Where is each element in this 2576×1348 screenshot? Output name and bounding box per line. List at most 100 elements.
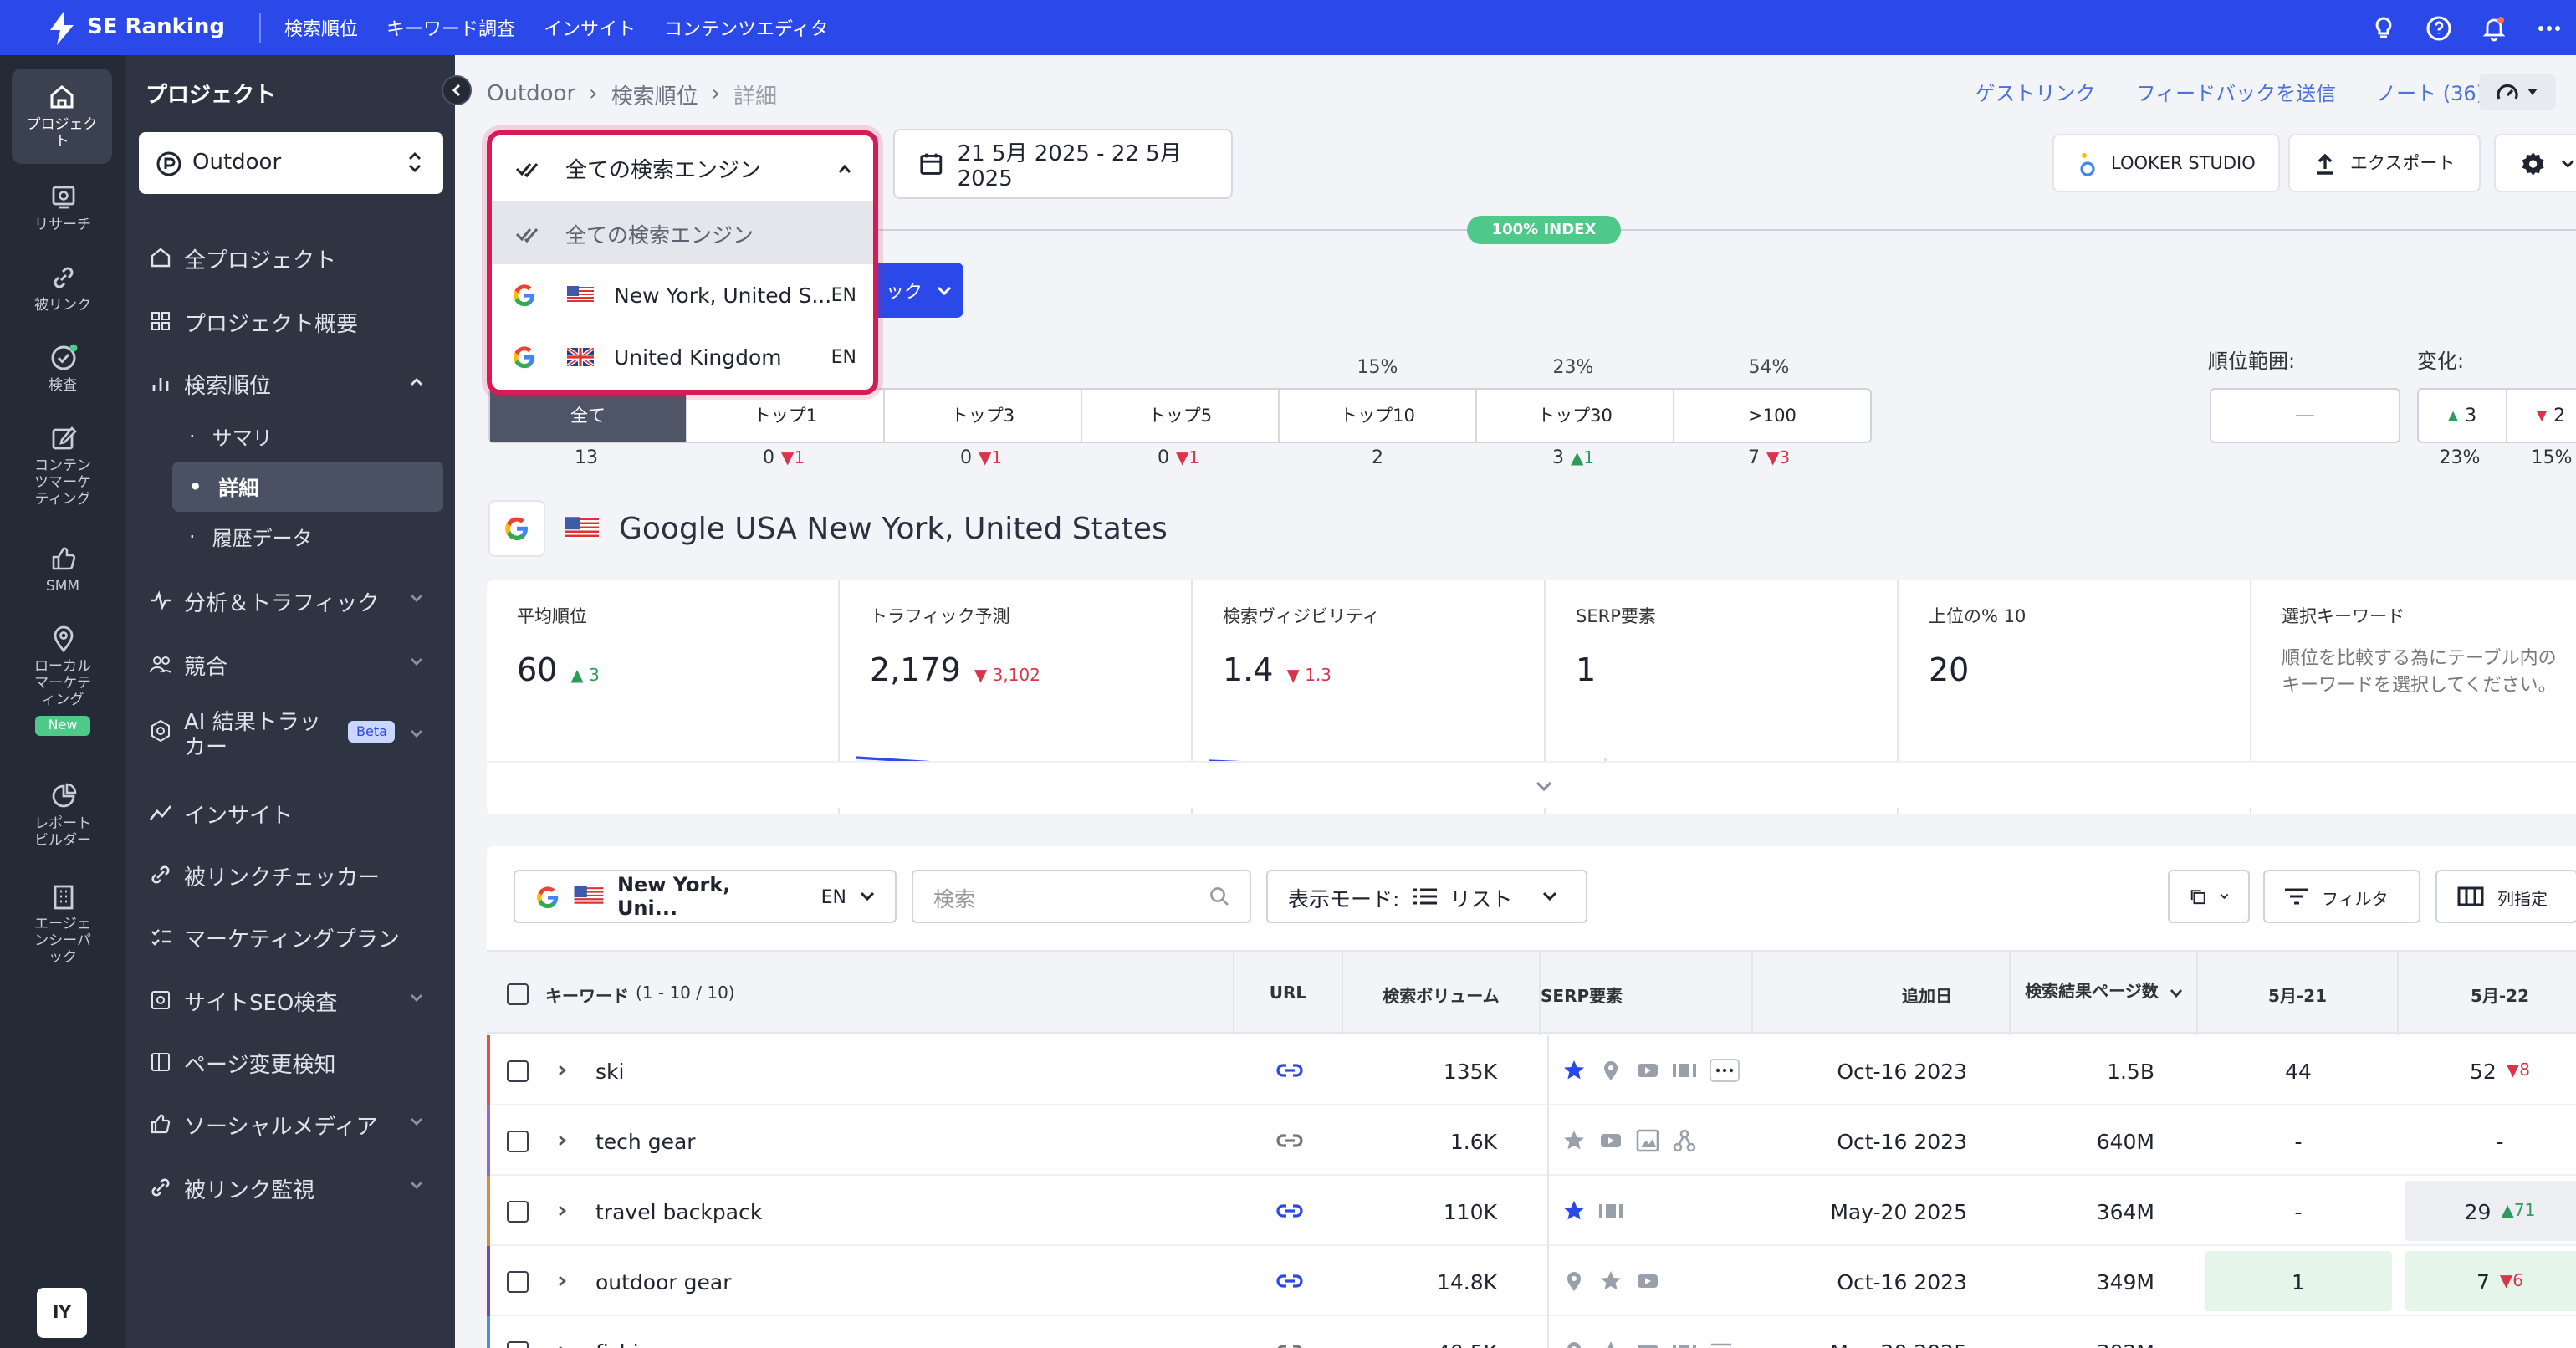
date2-position-cell[interactable]: - bbox=[2405, 1111, 2576, 1171]
url-cell[interactable] bbox=[1234, 1246, 1343, 1316]
filter-tab-top1[interactable]: トップ1 bbox=[687, 390, 885, 442]
table-row[interactable]: travel backpack 110K May-20 2025 364M - 29 ▲71 bbox=[487, 1176, 2576, 1246]
sidebar-item-insights[interactable]: インサイト bbox=[149, 796, 442, 830]
primary-action-button[interactable]: ック bbox=[873, 263, 963, 318]
row-checkbox[interactable] bbox=[507, 1130, 529, 1151]
sidebar-item-competitors[interactable]: 競合 bbox=[149, 647, 442, 681]
expand-chevron-icon[interactable] bbox=[555, 1274, 569, 1288]
date2-position-cell[interactable]: 29 ▲71 bbox=[2405, 1181, 2576, 1241]
brand[interactable]: SE Ranking bbox=[0, 11, 259, 44]
help-icon[interactable] bbox=[2425, 14, 2452, 41]
expand-chevron-icon[interactable] bbox=[555, 1204, 569, 1218]
keyword-text[interactable]: fishing gear bbox=[595, 1339, 719, 1348]
top-nav-insights[interactable]: インサイト bbox=[544, 14, 636, 41]
position-range-input[interactable]: — bbox=[2210, 388, 2400, 443]
rail-item-agency-pack[interactable]: エージェンシーパック bbox=[0, 881, 125, 967]
breadcrumb-item[interactable]: 検索順位 bbox=[611, 79, 698, 110]
top-nav-keyword-research[interactable]: キーワード調査 bbox=[386, 14, 515, 41]
sidebar-item-page-changes[interactable]: ページ変更検知 bbox=[149, 1045, 442, 1079]
date1-position-cell[interactable]: - bbox=[2205, 1111, 2392, 1171]
sidebar-subitem-summary[interactable]: · サマリ bbox=[172, 411, 443, 462]
keyword-text[interactable]: travel backpack bbox=[595, 1198, 762, 1223]
breadcrumb-item[interactable]: Outdoor bbox=[487, 82, 575, 107]
export-button[interactable]: エクスポート bbox=[2288, 134, 2481, 192]
keyword-text[interactable]: ski bbox=[595, 1058, 624, 1083]
date1-position-cell[interactable]: - bbox=[2205, 1321, 2392, 1348]
date2-position-cell[interactable]: 7 ▼6 bbox=[2405, 1251, 2576, 1311]
select-all-checkbox[interactable] bbox=[507, 983, 529, 1004]
copy-button[interactable] bbox=[2168, 870, 2250, 923]
table-row[interactable]: ski 135K Oct-16 2023 1.5B 44 52 ▼8 bbox=[487, 1035, 2576, 1105]
header-serp[interactable]: SERP要素 bbox=[1541, 952, 1753, 1035]
settings-button[interactable] bbox=[2494, 134, 2576, 192]
sidebar-item-rankings[interactable]: 検索順位 bbox=[149, 366, 442, 400]
search-engine-dropdown-header[interactable]: 全ての検索エンジン bbox=[492, 135, 873, 202]
header-url[interactable]: URL bbox=[1234, 952, 1343, 1035]
filter-tab-over100[interactable]: >100 bbox=[1674, 390, 1870, 442]
more-dots-icon[interactable] bbox=[2536, 14, 2563, 41]
view-mode-select[interactable]: 表示モード: リスト bbox=[1266, 870, 1587, 923]
search-engine-dropdown[interactable]: 全ての検索エンジン 全ての検索エンジン New York, United S..… bbox=[487, 130, 878, 395]
keyword-text[interactable]: tech gear bbox=[595, 1128, 696, 1153]
filter-tab-top30[interactable]: トップ30 bbox=[1477, 390, 1674, 442]
columns-button[interactable]: 列指定 bbox=[2435, 870, 2576, 923]
rail-item-research[interactable]: リサーチ bbox=[0, 182, 125, 234]
top-nav-rankings[interactable]: 検索順位 bbox=[284, 14, 358, 41]
guest-link[interactable]: ゲストリンク bbox=[1975, 79, 2096, 107]
url-cell[interactable] bbox=[1234, 1105, 1343, 1176]
rail-item-projects[interactable]: プロジェクト bbox=[12, 69, 112, 164]
table-row[interactable]: tech gear 1.6K Oct-16 2023 640M - - bbox=[487, 1105, 2576, 1176]
rail-item-local-marketing[interactable]: ローカルマーケティング New bbox=[0, 624, 125, 736]
filter-tab-top3[interactable]: トップ3 bbox=[885, 390, 1082, 442]
sidebar-item-backlink-checker[interactable]: 被リンクチェッカー bbox=[149, 858, 442, 891]
url-cell[interactable] bbox=[1234, 1035, 1343, 1105]
header-results[interactable]: 検索結果ページ数 bbox=[2011, 952, 2198, 1035]
date1-position-cell[interactable]: 1 bbox=[2205, 1251, 2392, 1311]
lightbulb-icon[interactable] bbox=[2370, 14, 2397, 41]
filter-button[interactable]: フィルタ bbox=[2263, 870, 2420, 923]
filter-tab-top10[interactable]: トップ10 bbox=[1280, 390, 1477, 442]
table-row[interactable]: outdoor gear 14.8K Oct-16 2023 349M 1 7 ▼6 bbox=[487, 1246, 2576, 1316]
header-date-1[interactable]: 5月-21 bbox=[2198, 952, 2399, 1035]
sidebar-item-project-overview[interactable]: プロジェクト概要 bbox=[149, 304, 442, 338]
date1-position-cell[interactable]: - bbox=[2205, 1181, 2392, 1241]
sidebar-item-analytics[interactable]: 分析＆トラフィック bbox=[149, 584, 442, 617]
sidebar-item-backlink-monitor[interactable]: 被リンク監視 bbox=[149, 1171, 442, 1204]
expand-chevron-icon[interactable] bbox=[555, 1345, 569, 1348]
keyword-text[interactable]: outdoor gear bbox=[595, 1269, 732, 1294]
row-checkbox[interactable] bbox=[507, 1270, 529, 1292]
engine-option-uk[interactable]: United Kingdom EN bbox=[492, 326, 873, 388]
date2-position-cell[interactable]: - bbox=[2405, 1321, 2576, 1348]
expand-chevron-icon[interactable] bbox=[555, 1064, 569, 1077]
table-engine-select[interactable]: New York, Uni... EN bbox=[514, 870, 897, 923]
notification-bell-icon[interactable] bbox=[2481, 14, 2507, 41]
change-down-button[interactable]: ▼ 2 bbox=[2507, 390, 2576, 442]
filter-tab-all[interactable]: 全て bbox=[490, 390, 687, 442]
row-checkbox[interactable] bbox=[507, 1060, 529, 1081]
speed-menu-button[interactable] bbox=[2479, 74, 2556, 110]
sidebar-subitem-details[interactable]: • 詳細 bbox=[172, 462, 443, 512]
project-selector[interactable]: Outdoor bbox=[139, 132, 443, 194]
header-volume[interactable]: 検索ボリューム bbox=[1343, 952, 1541, 1035]
top-nav-content-editor[interactable]: コンテンツエディタ bbox=[664, 14, 828, 41]
date-range-picker[interactable]: 21 5月 2025 - 22 5月 2025 bbox=[893, 129, 1233, 199]
row-checkbox[interactable] bbox=[507, 1340, 529, 1348]
keyword-search-input[interactable]: 検索 bbox=[912, 870, 1251, 923]
rail-item-backlinks[interactable]: 被リンク bbox=[0, 263, 125, 314]
header-date-2[interactable]: 5月-22 bbox=[2399, 952, 2576, 1035]
date2-position-cell[interactable]: 52 ▼8 bbox=[2405, 1040, 2576, 1100]
sidebar-item-marketing-plan[interactable]: マーケティングプラン bbox=[149, 920, 442, 953]
filter-tab-top5[interactable]: トップ5 bbox=[1082, 390, 1280, 442]
sidebar-collapse-button[interactable] bbox=[442, 75, 472, 105]
change-up-button[interactable]: ▲ 3 bbox=[2419, 390, 2507, 442]
table-row[interactable]: fishing gear40.5KMay-20 2025302M-- bbox=[487, 1316, 2576, 1348]
engine-option-us[interactable]: New York, United S... EN bbox=[492, 264, 873, 326]
sidebar-subitem-history[interactable]: · 履歴データ bbox=[172, 512, 443, 562]
metrics-expand-toggle[interactable] bbox=[487, 761, 2576, 808]
rail-item-audit[interactable]: 検査 bbox=[0, 343, 125, 395]
sidebar-item-all-projects[interactable]: 全プロジェクト bbox=[149, 241, 442, 274]
notes-link[interactable]: ノート (36) bbox=[2376, 79, 2484, 107]
looker-studio-button[interactable]: LOOKER STUDIO bbox=[2052, 134, 2281, 192]
sidebar-item-ai-tracker[interactable]: AI 結果トラッカー Beta bbox=[149, 711, 442, 768]
rail-item-content-marketing[interactable]: コンテンツマーケティング bbox=[0, 423, 125, 508]
